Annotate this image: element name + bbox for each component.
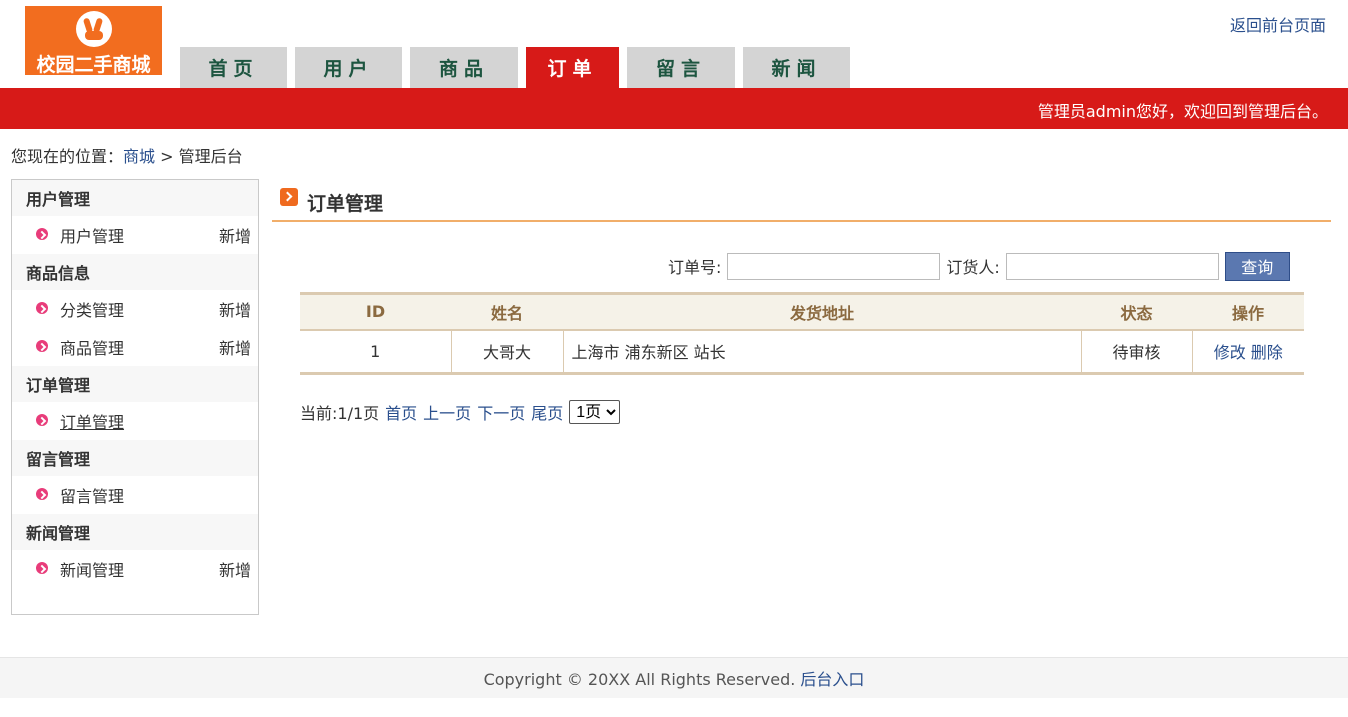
col-header-actions: 操作 — [1231, 303, 1264, 323]
tab-home[interactable]: 首页 — [180, 47, 287, 88]
main-nav-tabs: 首页 用户 商品 订单 留言 新闻 — [180, 47, 858, 88]
table-header-row: ID 姓名 发货地址 状态 操作 — [300, 293, 1304, 330]
bullet-arrow-icon — [36, 302, 48, 314]
pager-last-link[interactable]: 尾页 — [531, 400, 563, 424]
breadcrumb-prefix: 您现在的位置： — [11, 147, 124, 166]
news-management-link[interactable]: 新闻管理 — [60, 561, 124, 580]
header-bar: 管理员admin您好，欢迎回到管理后台。 — [0, 88, 1348, 129]
breadcrumb-home-link[interactable]: 商城 — [123, 147, 155, 166]
bullet-arrow-icon — [36, 340, 48, 352]
page-title: 订单管理 — [307, 193, 384, 215]
order-name-cell: 大哥大 — [450, 329, 563, 374]
section-header: 订单管理 — [272, 184, 1331, 222]
breadcrumb-current: 管理后台 — [178, 147, 243, 166]
tab-orders[interactable]: 订单 — [526, 47, 619, 88]
delete-link[interactable]: 删除 — [1251, 343, 1283, 362]
welcome-message: 管理员admin您好，欢迎回到管理后台。 — [1037, 102, 1328, 121]
order-no-label: 订单号: — [668, 258, 722, 277]
sidebar-item-news-management: 新闻管理 新增 — [12, 550, 258, 588]
sidebar-item-order-management: 订单管理 — [12, 402, 258, 440]
customer-input[interactable] — [1005, 252, 1219, 280]
breadcrumb: 您现在的位置：商城 > 管理后台 — [11, 143, 243, 167]
category-management-link[interactable]: 分类管理 — [60, 301, 124, 320]
arrow-right-icon — [280, 188, 298, 206]
pagination: 当前:1/1页 首页 上一页 下一页 尾页 1页 — [300, 400, 621, 424]
pager-current: 当前:1/1页 — [300, 404, 380, 423]
sidebar-group-title: 留言管理 — [12, 440, 258, 476]
admin-entry-link[interactable]: 后台入口 — [800, 670, 864, 689]
add-user-link[interactable]: 新增 — [219, 216, 251, 257]
sidebar-group-title: 订单管理 — [12, 366, 258, 402]
sidebar-group-title: 新闻管理 — [12, 514, 258, 550]
footer: Copyright © 20XX All Rights Reserved. 后台… — [0, 657, 1348, 698]
order-management-link[interactable]: 订单管理 — [60, 413, 124, 432]
tab-users[interactable]: 用户 — [295, 47, 402, 88]
order-address-cell: 上海市 浦东新区 站长 — [562, 329, 1081, 374]
sidebar-group-title: 商品信息 — [12, 254, 258, 290]
edit-link[interactable]: 修改 — [1214, 343, 1246, 362]
customer-label: 订货人: — [946, 258, 1000, 277]
sidebar-item-user-management: 用户管理 新增 — [12, 216, 258, 254]
col-header-status: 状态 — [1120, 303, 1153, 323]
order-no-input[interactable] — [727, 252, 941, 280]
table-row: 1 大哥大 上海市 浦东新区 站长 待审核 修改 删除 — [300, 329, 1304, 374]
bullet-arrow-icon — [36, 488, 48, 500]
order-search-form: 订单号: 订货人: 查询 — [668, 251, 1290, 281]
bullet-arrow-icon — [36, 228, 48, 240]
col-header-address: 发货地址 — [789, 303, 854, 323]
tab-news[interactable]: 新闻 — [743, 47, 850, 88]
victory-hand-icon — [75, 11, 112, 47]
copyright-text: Copyright © 20XX All Rights Reserved. — [483, 670, 796, 689]
order-id-cell: 1 — [370, 341, 381, 361]
query-button[interactable]: 查询 — [1224, 251, 1290, 281]
logo-text: 校园二手商城 — [36, 54, 151, 76]
tab-messages[interactable]: 留言 — [627, 47, 735, 88]
breadcrumb-separator: > — [160, 147, 174, 166]
pager-prev-link[interactable]: 上一页 — [423, 400, 471, 424]
back-to-frontend-link[interactable]: 返回前台页面 — [1230, 12, 1326, 36]
user-management-link[interactable]: 用户管理 — [60, 227, 124, 246]
page-select[interactable]: 1页 — [569, 400, 621, 424]
bullet-arrow-icon — [36, 562, 48, 574]
sidebar-item-product-management: 商品管理 新增 — [12, 328, 258, 366]
add-product-link[interactable]: 新增 — [219, 328, 251, 369]
bullet-arrow-icon — [36, 414, 48, 426]
order-status-cell: 待审核 — [1080, 329, 1192, 374]
order-table: ID 姓名 发货地址 状态 操作 1 大哥大 上海市 浦东新区 站长 待审核 修… — [300, 292, 1304, 375]
sidebar-group-title: 用户管理 — [12, 180, 258, 216]
add-news-link[interactable]: 新增 — [219, 550, 251, 591]
pager-first-link[interactable]: 首页 — [385, 400, 417, 424]
sidebar-item-message-management: 留言管理 — [12, 476, 258, 514]
col-header-id: ID — [365, 302, 386, 322]
pager-next-link[interactable]: 下一页 — [477, 400, 525, 424]
add-category-link[interactable]: 新增 — [219, 290, 251, 331]
tab-products[interactable]: 商品 — [410, 47, 518, 88]
admin-sidebar: 用户管理 用户管理 新增 商品信息 分类管理 新增 商品管理 新增 订单管理 订… — [11, 179, 259, 615]
sidebar-item-category-management: 分类管理 新增 — [12, 290, 258, 328]
message-management-link[interactable]: 留言管理 — [60, 487, 124, 506]
col-header-name: 姓名 — [490, 303, 523, 323]
product-management-link[interactable]: 商品管理 — [60, 339, 124, 358]
site-logo[interactable]: 校园二手商城 — [25, 6, 162, 76]
order-actions-cell: 修改 删除 — [1191, 329, 1304, 374]
